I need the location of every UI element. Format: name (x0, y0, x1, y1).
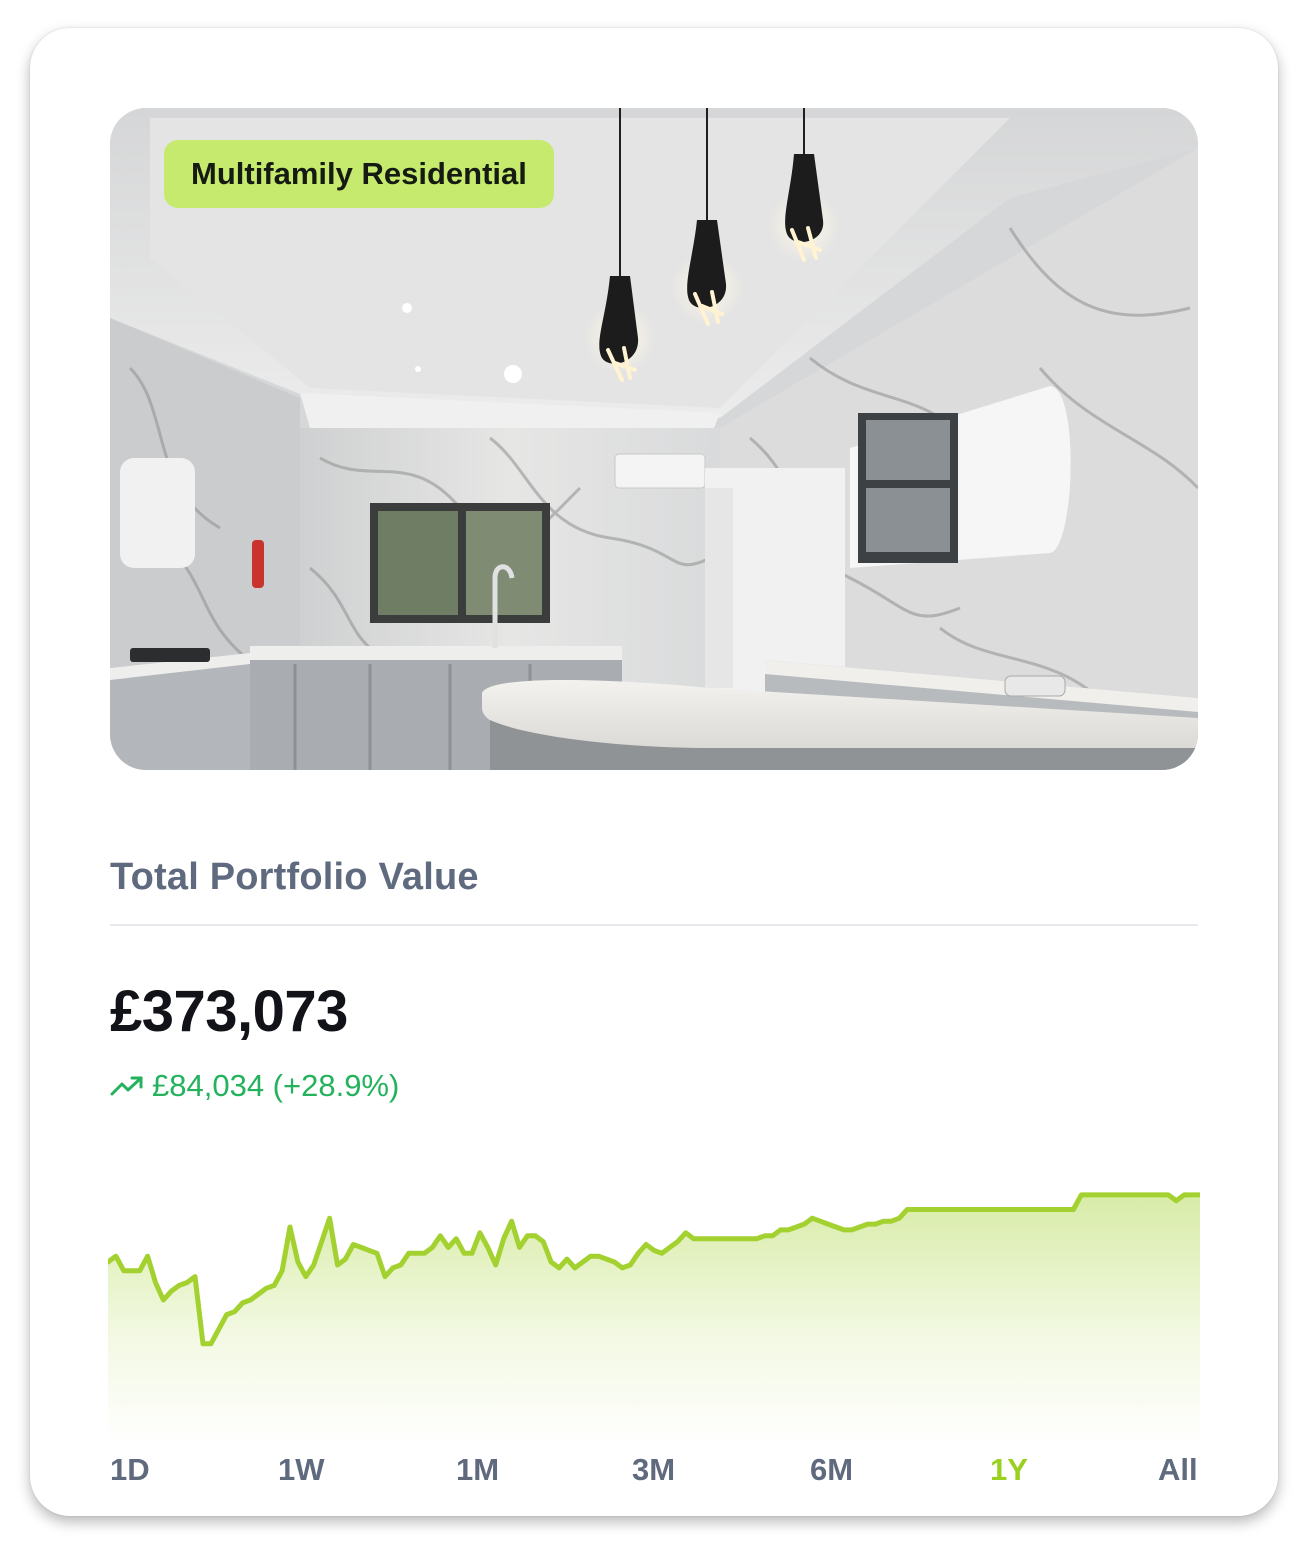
range-tab-6m[interactable]: 6M (810, 1452, 853, 1488)
range-tab-1m[interactable]: 1M (456, 1452, 499, 1488)
range-tab-all[interactable]: All (1158, 1452, 1198, 1488)
range-tab-1y[interactable]: 1Y (990, 1452, 1028, 1488)
portfolio-chart (108, 1192, 1200, 1446)
chart-area (108, 1194, 1200, 1446)
value-change-text: £84,034 (+28.9%) (152, 1068, 400, 1103)
portfolio-card: Multifamily Residential Total Portfolio … (30, 28, 1278, 1516)
portfolio-value: £373,073 (110, 979, 348, 1044)
range-tab-1d[interactable]: 1D (110, 1452, 150, 1488)
section-title: Total Portfolio Value (110, 856, 479, 898)
property-photo: Multifamily Residential (110, 108, 1198, 770)
value-change: £84,034 (+28.9%) (110, 1068, 399, 1104)
time-range-selector: 1D 1W 1M 3M 6M 1Y All (110, 1452, 1198, 1496)
trending-up-icon (110, 1075, 144, 1097)
range-tab-1w[interactable]: 1W (278, 1452, 325, 1488)
divider (110, 924, 1198, 926)
property-type-badge: Multifamily Residential (164, 140, 554, 208)
range-tab-3m[interactable]: 3M (632, 1452, 675, 1488)
